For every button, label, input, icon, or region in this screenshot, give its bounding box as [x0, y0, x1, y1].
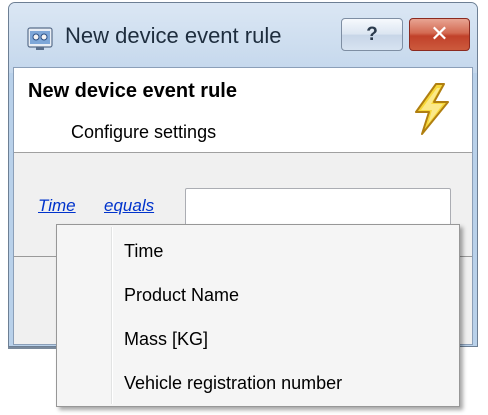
- menu-item-mass[interactable]: Mass [KG]: [59, 319, 457, 359]
- close-button[interactable]: ✕: [409, 18, 470, 51]
- window-title: New device event rule: [65, 23, 282, 48]
- wizard-header: New device event rule Configure settings: [14, 68, 472, 147]
- help-button[interactable]: ?: [341, 18, 403, 51]
- title-bar[interactable]: New device event rule ? ✕: [9, 3, 477, 67]
- field-dropdown-menu: Time Product Name Mass [KG] Vehicle regi…: [56, 224, 460, 407]
- menu-item-vehicle-registration[interactable]: Vehicle registration number: [59, 363, 457, 403]
- window-bottom-edge: [8, 347, 58, 349]
- value-input[interactable]: [185, 188, 451, 226]
- menu-item-product-name[interactable]: Product Name: [59, 275, 457, 315]
- field-link[interactable]: Time: [38, 196, 76, 216]
- lightning-bolt-icon: [415, 83, 449, 135]
- page-subtitle: Configure settings: [71, 122, 217, 142]
- page-title: New device event rule: [28, 80, 237, 102]
- menu-item-time[interactable]: Time: [59, 231, 457, 271]
- app-icon: [27, 27, 53, 50]
- operator-link[interactable]: equals: [104, 196, 154, 216]
